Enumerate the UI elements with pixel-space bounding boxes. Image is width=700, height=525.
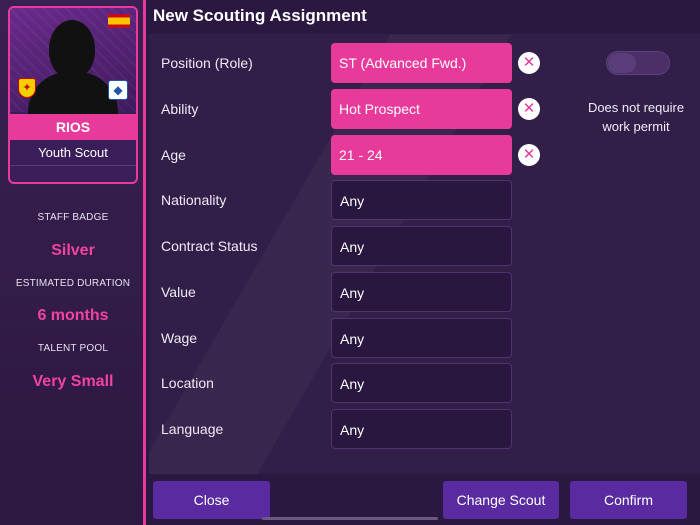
staff-badge-label: STAFF BADGE [37,212,109,223]
position-field[interactable]: ST (Advanced Fwd.) [331,43,512,83]
scout-card[interactable]: ✦ ◆ RIOS Youth Scout [8,6,138,184]
scout-role: Youth Scout [10,140,136,166]
scout-photo: ✦ ◆ [10,8,136,116]
work-permit-toggle[interactable] [606,51,670,75]
ability-label: Ability [161,101,199,117]
league-badge-icon: ◆ [108,80,128,100]
language-field[interactable]: Any [331,409,512,449]
work-permit-label: Does not require work permit [587,100,685,134]
silhouette-body-icon [28,72,118,116]
estimated-duration-value: 6 months [37,307,109,324]
confirm-button[interactable]: Confirm [570,481,687,519]
spain-flag-icon [108,14,130,28]
silhouette-head-icon [49,20,95,78]
location-label: Location [161,375,214,391]
location-field[interactable]: Any [331,363,512,403]
talent-pool-label: TALENT POOL [37,343,109,354]
clear-age-icon[interactable]: ✕ [518,144,540,166]
wage-label: Wage [161,330,198,346]
nationality-field[interactable]: Any [331,180,512,220]
contract-status-label: Contract Status [161,238,258,254]
contract-status-field[interactable]: Any [331,226,512,266]
talent-pool-value: Very Small [32,373,114,390]
language-label: Language [161,421,224,437]
ability-field[interactable]: Hot Prospect [331,89,512,129]
nationality-label: Nationality [161,192,227,208]
toggle-knob [608,53,636,73]
home-indicator [262,517,438,520]
age-label: Age [161,147,186,163]
position-label: Position (Role) [161,55,253,71]
estimated-duration-label: ESTIMATED DURATION [15,278,131,289]
age-field[interactable]: 21 - 24 [331,135,512,175]
close-button[interactable]: Close [153,481,270,519]
assignment-main: New Scouting Assignment Position (Role) … [149,0,700,525]
staff-badge-value: Silver [51,242,95,259]
clear-ability-icon[interactable]: ✕ [518,98,540,120]
page-title: New Scouting Assignment [153,6,367,25]
club-crest-icon: ✦ [18,78,36,98]
wage-field[interactable]: Any [331,318,512,358]
value-label: Value [161,284,196,300]
change-scout-button[interactable]: Change Scout [443,481,559,519]
scout-sidebar: ✦ ◆ RIOS Youth Scout STAFF BADGE Silver … [0,0,146,525]
scout-name: RIOS [10,114,136,140]
clear-position-icon[interactable]: ✕ [518,52,540,74]
value-field[interactable]: Any [331,272,512,312]
